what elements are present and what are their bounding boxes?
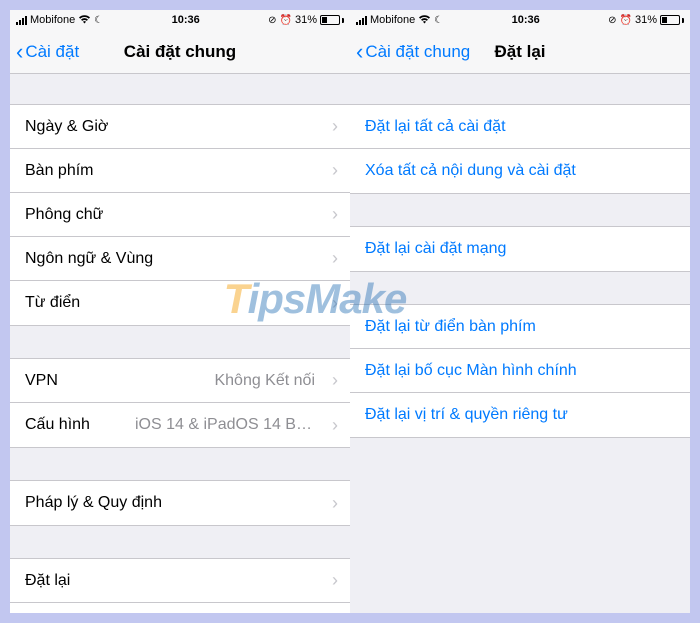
row-label: Đặt lại từ điển bàn phím: [365, 318, 536, 336]
row-reset-location-privacy[interactable]: Đặt lại vị trí & quyền riêng tư: [350, 393, 690, 437]
chevron-left-icon: ‹: [356, 41, 363, 63]
phone-right: Mobifone ☾ 10:36 ⊘ ⏰ 31% ‹ Cài đặt chung…: [350, 10, 690, 613]
row-vpn[interactable]: VPN Không Kết nối›: [10, 359, 350, 403]
row-label: Phông chữ: [25, 206, 103, 224]
do-not-disturb-icon: ☾: [94, 15, 103, 26]
back-label: Cài đặt chung: [365, 42, 470, 62]
wifi-icon: [78, 14, 91, 27]
row-reset-all-settings[interactable]: Đặt lại tất cả cài đặt: [350, 105, 690, 149]
chevron-right-icon: ›: [332, 204, 338, 225]
row-legal[interactable]: Pháp lý & Quy định ›: [10, 481, 350, 525]
phone-left: Mobifone ☾ 10:36 ⊘ ⏰ 31% ‹ Cài đặt Cài đ…: [10, 10, 350, 613]
chevron-right-icon: ›: [332, 415, 338, 436]
row-label: Đặt lại: [25, 572, 70, 590]
row-fonts[interactable]: Phông chữ ›: [10, 193, 350, 237]
row-keyboard[interactable]: Bàn phím ›: [10, 149, 350, 193]
status-time: 10:36: [512, 14, 540, 26]
row-value: iOS 14 & iPadOS 14 Beta Software...: [135, 416, 335, 434]
row-label: Từ điển: [25, 294, 80, 312]
row-label: Bàn phím: [25, 162, 93, 180]
row-label: Pháp lý & Quy định: [25, 494, 162, 512]
row-label: Đặt lại tất cả cài đặt: [365, 118, 506, 136]
chevron-right-icon: ›: [332, 570, 338, 591]
status-bar: Mobifone ☾ 10:36 ⊘ ⏰ 31%: [10, 10, 350, 30]
settings-list: Ngày & Giờ › Bàn phím › Phông chữ › Ngôn ng…: [10, 104, 350, 613]
row-language-region[interactable]: Ngôn ngữ & Vùng ›: [10, 237, 350, 281]
row-label: Cấu hình: [25, 416, 90, 434]
battery-icon: [320, 15, 344, 25]
group-legal: Pháp lý & Quy định ›: [10, 480, 350, 526]
back-button[interactable]: ‹ Cài đặt chung: [350, 41, 470, 63]
row-label: Đặt lại vị trí & quyền riêng tư: [365, 406, 568, 424]
nav-bar: ‹ Cài đặt chung Đặt lại: [350, 30, 690, 74]
row-reset[interactable]: Đặt lại ›: [10, 559, 350, 603]
row-value: Không Kết nối: [214, 372, 335, 390]
status-bar: Mobifone ☾ 10:36 ⊘ ⏰ 31%: [350, 10, 690, 30]
row-erase-all[interactable]: Xóa tất cả nội dung và cài đặt: [350, 149, 690, 193]
row-label: VPN: [25, 372, 58, 390]
group-reset-other: Đặt lại từ điển bàn phím Đặt lại bố cục …: [350, 304, 690, 438]
group-date-language: Ngày & Giờ › Bàn phím › Phông chữ › Ngôn ng…: [10, 104, 350, 326]
chevron-right-icon: ›: [332, 160, 338, 181]
back-label: Cài đặt: [25, 42, 79, 62]
group-reset-erase: Đặt lại tất cả cài đặt Xóa tất cả nội du…: [350, 104, 690, 194]
row-shutdown[interactable]: Tắt máy: [10, 603, 350, 613]
row-label: Đặt lại bố cục Màn hình chính: [365, 362, 577, 380]
row-profiles[interactable]: Cấu hình iOS 14 & iPadOS 14 Beta Software…: [10, 403, 350, 447]
back-button[interactable]: ‹ Cài đặt: [10, 41, 79, 63]
status-time: 10:36: [172, 14, 200, 26]
row-reset-network[interactable]: Đặt lại cài đặt mạng: [350, 227, 690, 271]
battery-pct: 31%: [295, 14, 317, 26]
orientation-lock-icon: ⊘: [608, 15, 616, 26]
alarm-icon: ⏰: [620, 15, 632, 26]
chevron-right-icon: ›: [332, 370, 338, 391]
group-vpn-profiles: VPNKhông Kết nối› Cấu hìnhiOS 14 & iPadO…: [10, 358, 350, 448]
row-date-time[interactable]: Ngày & Giờ ›: [10, 105, 350, 149]
group-reset-shutdown: Đặt lại › Tắt máy: [10, 558, 350, 613]
battery-icon: [660, 15, 684, 25]
carrier-label: Mobifone: [370, 14, 415, 26]
battery-pct: 31%: [635, 14, 657, 26]
nav-bar: ‹ Cài đặt Cài đặt chung: [10, 30, 350, 74]
row-label: Đặt lại cài đặt mạng: [365, 240, 506, 258]
do-not-disturb-icon: ☾: [434, 15, 443, 26]
row-reset-keyboard-dict[interactable]: Đặt lại từ điển bàn phím: [350, 305, 690, 349]
orientation-lock-icon: ⊘: [268, 15, 276, 26]
reset-list: Đặt lại tất cả cài đặt Xóa tất cả nội du…: [350, 104, 690, 438]
signal-icon: [356, 16, 367, 25]
row-label: Ngày & Giờ: [25, 118, 108, 136]
alarm-icon: ⏰: [280, 15, 292, 26]
chevron-right-icon: ›: [332, 493, 338, 514]
row-label: Xóa tất cả nội dung và cài đặt: [365, 162, 576, 180]
group-reset-network: Đặt lại cài đặt mạng: [350, 226, 690, 272]
row-label: Ngôn ngữ & Vùng: [25, 250, 153, 268]
row-dictionary[interactable]: Từ điển ›: [10, 281, 350, 325]
wifi-icon: [418, 14, 431, 27]
chevron-right-icon: ›: [332, 293, 338, 314]
row-reset-home-layout[interactable]: Đặt lại bố cục Màn hình chính: [350, 349, 690, 393]
signal-icon: [16, 16, 27, 25]
chevron-left-icon: ‹: [16, 41, 23, 63]
chevron-right-icon: ›: [332, 116, 338, 137]
chevron-right-icon: ›: [332, 248, 338, 269]
carrier-label: Mobifone: [30, 14, 75, 26]
